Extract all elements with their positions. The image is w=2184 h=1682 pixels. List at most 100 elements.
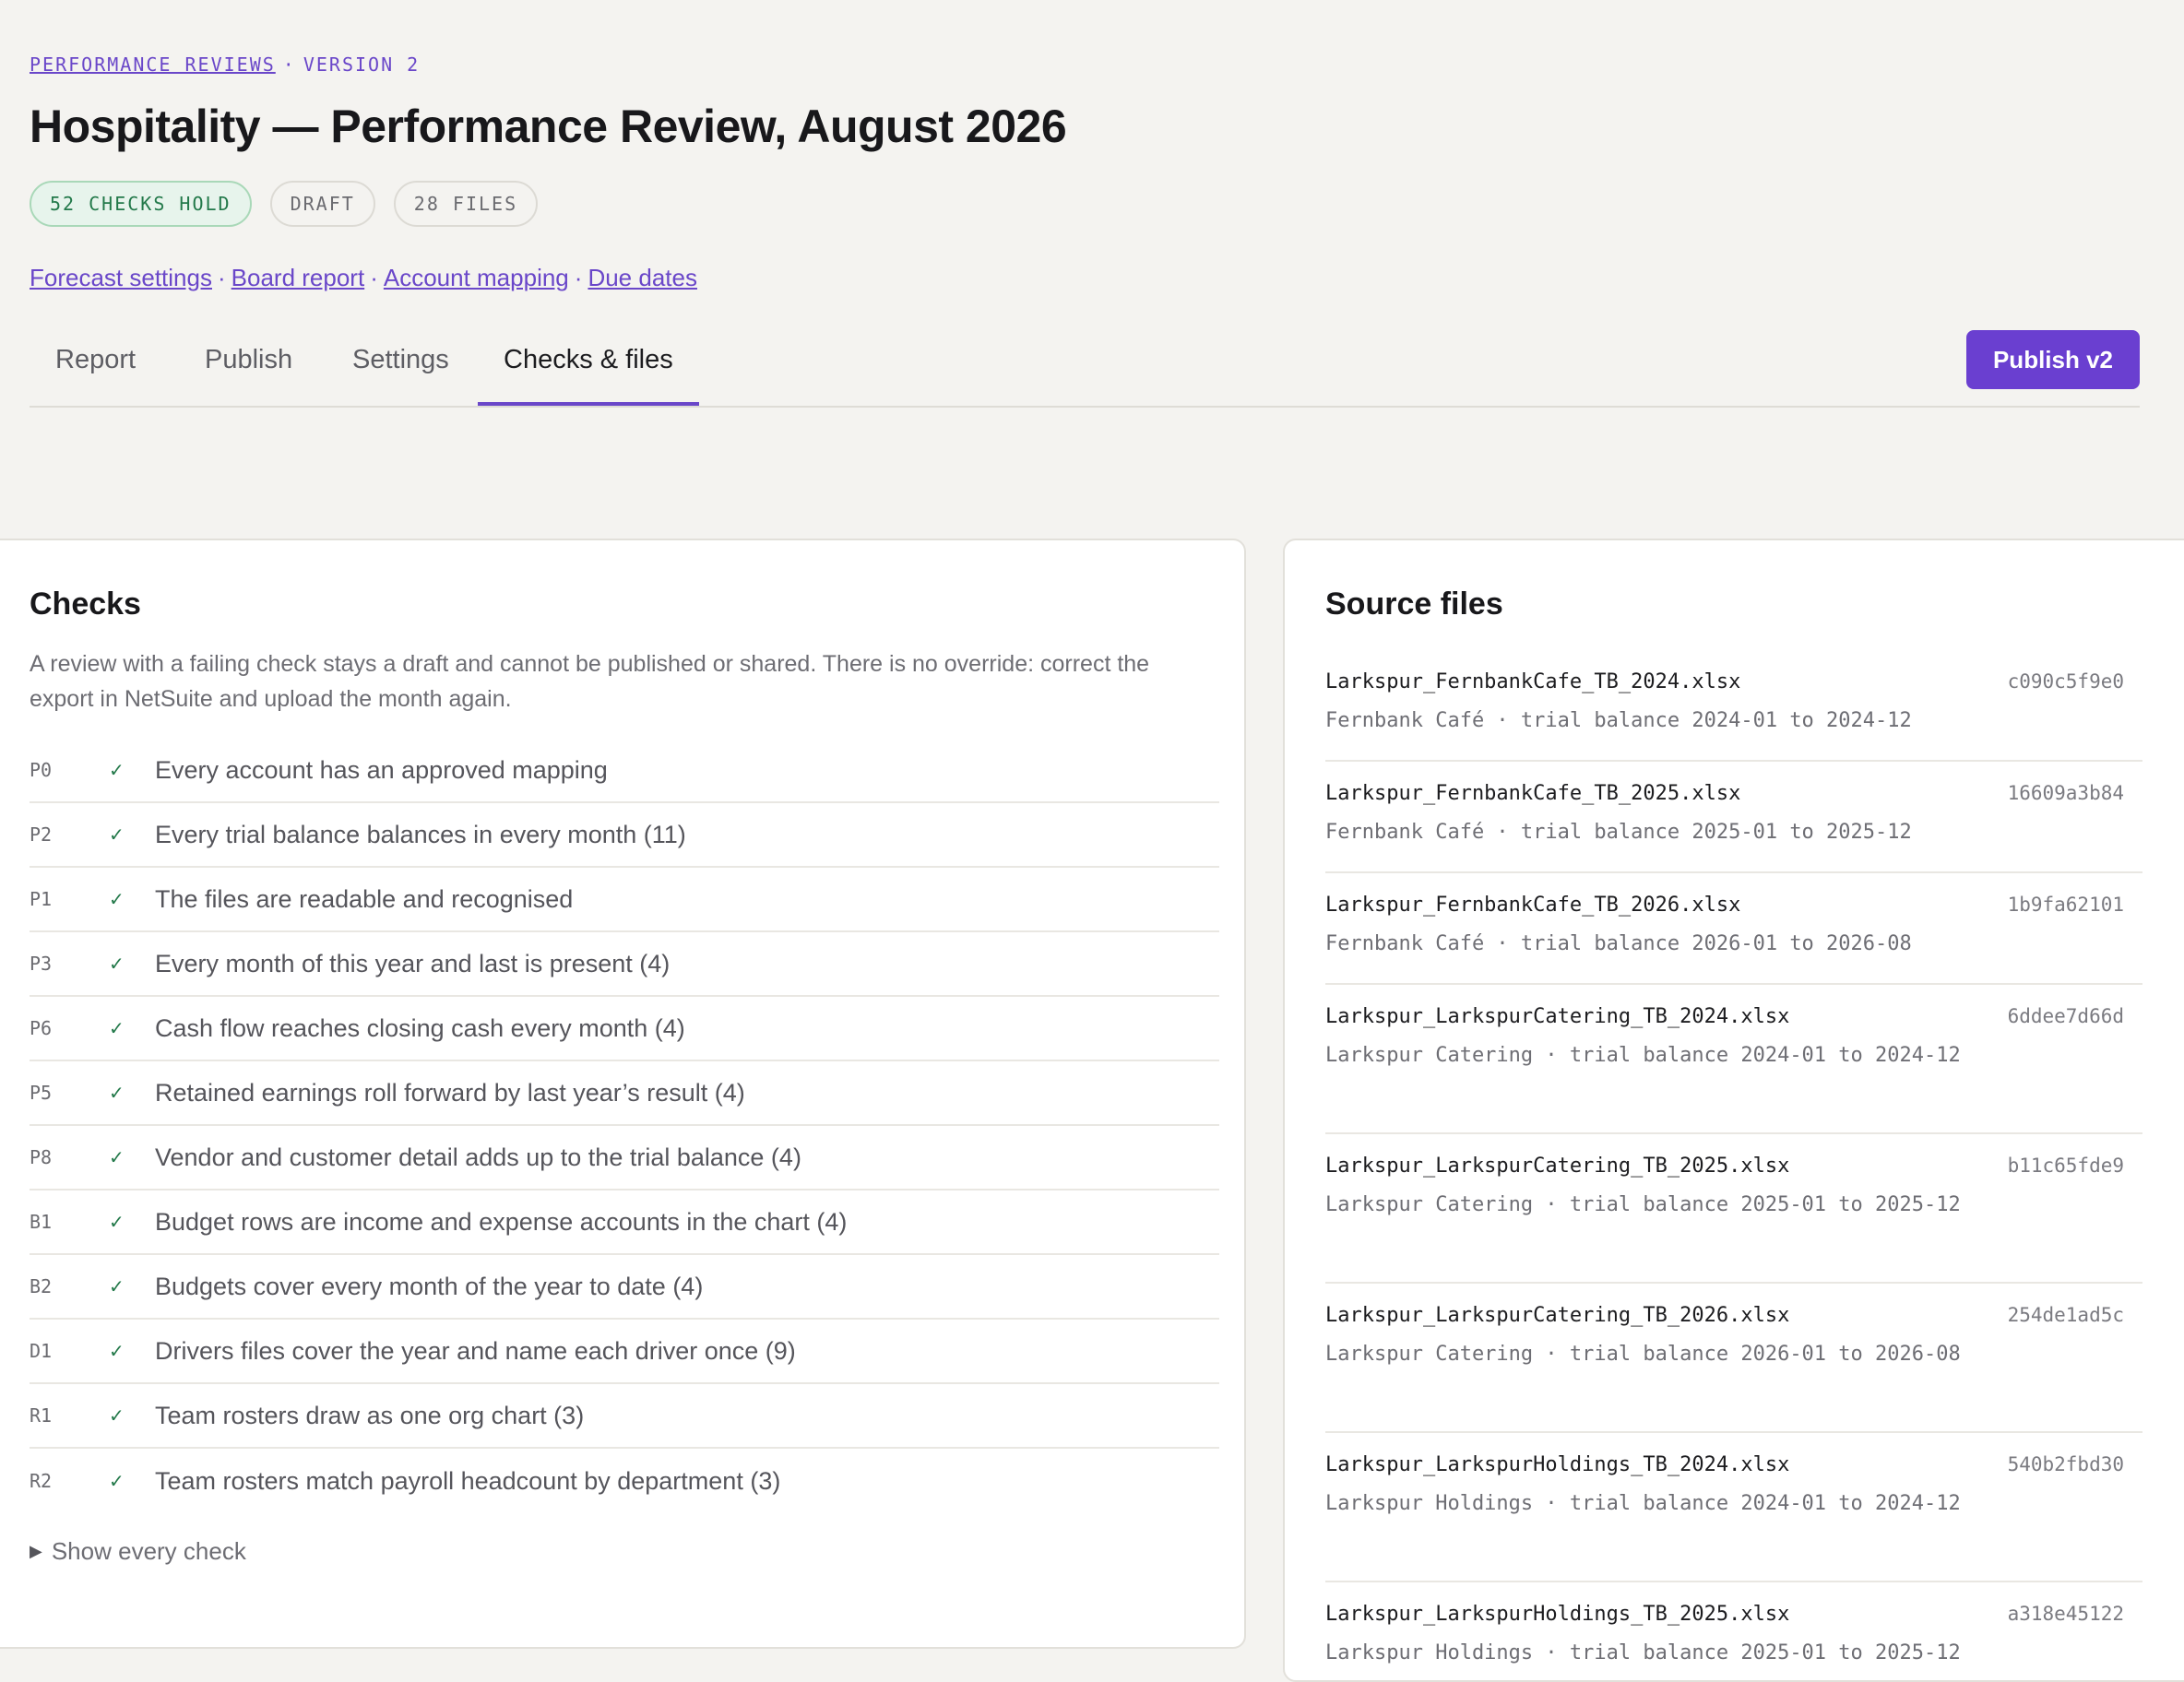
file-name: Larkspur_LarkspurCatering_TB_2025.xlsx [1325,1155,1790,1178]
check-row: D1 ✓ Drivers files cover the year and na… [30,1320,1219,1384]
tab-publish[interactable]: Publish [179,328,318,406]
file-row[interactable]: Larkspur_FernbankCafe_TB_2026.xlsx 1b9fa… [1325,873,2142,985]
check-row: P8 ✓ Vendor and customer detail adds up … [30,1126,1219,1190]
file-row[interactable]: Larkspur_LarkspurCatering_TB_2026.xlsx 2… [1325,1284,2142,1433]
tab-bar: Report Publish Settings Checks & files P… [30,328,2140,408]
check-label: Retained earnings roll forward by last y… [155,1078,745,1107]
check-list: P0 ✓ Every account has an approved mappi… [30,739,1219,1513]
check-icon: ✓ [109,824,125,846]
file-name: Larkspur_LarkspurHoldings_TB_2024.xlsx [1325,1453,1790,1476]
check-code: P0 [30,759,53,781]
link-account-mapping[interactable]: Account mapping [384,264,569,291]
check-row: P1 ✓ The files are readable and recognis… [30,868,1219,932]
checks-badge: 52 CHECKS HOLD [30,181,252,227]
check-code: P8 [30,1146,53,1168]
check-row: P0 ✓ Every account has an approved mappi… [30,739,1219,803]
page-header: PERFORMANCE REVIEWS · VERSION 2 Hospitalit… [30,53,2140,292]
check-row: P2 ✓ Every trial balance balances in eve… [30,803,1219,868]
check-label: Every trial balance balances in every mo… [155,820,686,848]
link-board-report[interactable]: Board report [231,264,365,291]
triangle-right-icon: ▶ [30,1542,42,1560]
check-icon: ✓ [109,1018,125,1039]
check-row: B1 ✓ Budget rows are income and expense … [30,1190,1219,1255]
check-code: P3 [30,953,53,975]
file-meta: Fernbank Café · trial balance 2026-01 to… [1325,932,1912,955]
file-name: Larkspur_FernbankCafe_TB_2024.xlsx [1325,670,1741,693]
file-name: Larkspur_FernbankCafe_TB_2026.xlsx [1325,894,1741,917]
file-hash: 1b9fa62101 [2007,894,2124,916]
source-files-panel: Source files Larkspur_FernbankCafe_TB_20… [1283,539,2184,1682]
check-row: B2 ✓ Budgets cover every month of the ye… [30,1255,1219,1320]
check-code: P6 [30,1017,53,1039]
link-separator: · [370,264,378,291]
source-file-list: Larkspur_FernbankCafe_TB_2024.xlsx c090c… [1325,650,2142,1680]
check-label: Budget rows are income and expense accou… [155,1207,848,1236]
checks-panel: Checks A review with a failing check sta… [0,539,1246,1649]
file-name: Larkspur_LarkspurCatering_TB_2026.xlsx [1325,1304,1790,1327]
check-icon: ✓ [109,889,125,910]
check-label: Every month of this year and last is pre… [155,949,671,977]
check-label: Drivers files cover the year and name ea… [155,1336,796,1365]
link-forecast-settings[interactable]: Forecast settings [30,264,212,291]
file-hash: c090c5f9e0 [2007,670,2124,693]
file-meta: Fernbank Café · trial balance 2024-01 to… [1325,709,1912,732]
file-row[interactable]: Larkspur_LarkspurCatering_TB_2024.xlsx 6… [1325,985,2142,1134]
file-hash: 16609a3b84 [2007,782,2124,804]
breadcrumb-version: VERSION 2 [303,53,421,76]
files-badge: 28 FILES [393,181,539,227]
related-links: Forecast settings · Board report · Account m… [30,264,2140,292]
show-every-check-label: Show every check [51,1537,246,1565]
source-files-heading: Source files [1325,586,1503,622]
show-every-check-toggle[interactable]: ▶ Show every check [30,1537,1219,1566]
check-icon: ✓ [109,1471,125,1492]
check-row: P5 ✓ Retained earnings roll forward by l… [30,1061,1219,1126]
check-code: P2 [30,823,53,846]
check-row: P6 ✓ Cash flow reaches closing cash ever… [30,997,1219,1061]
file-meta: Larkspur Catering · trial balance 2025-0… [1325,1193,1961,1216]
check-row: R2 ✓ Team rosters match payroll headcoun… [30,1449,1219,1513]
check-code: P5 [30,1082,53,1104]
check-label: Every account has an approved mapping [155,755,608,784]
publish-button[interactable]: Publish v2 [1966,330,2140,389]
status-badges: 52 CHECKS HOLD DRAFT 28 FILES [30,181,2140,227]
file-name: Larkspur_FernbankCafe_TB_2025.xlsx [1325,782,1741,805]
page-title: Hospitality — Performance Review, August… [30,101,1067,152]
check-label: Team rosters match payroll headcount by … [155,1466,781,1495]
check-label: Team rosters draw as one org chart (3) [155,1401,585,1429]
file-meta: Fernbank Café · trial balance 2025-01 to… [1325,821,1912,844]
file-hash: 6ddee7d66d [2007,1005,2124,1027]
file-row[interactable]: Larkspur_LarkspurCatering_TB_2025.xlsx b… [1325,1134,2142,1284]
file-hash: 254de1ad5c [2007,1304,2124,1326]
check-label: Vendor and customer detail adds up to th… [155,1143,801,1171]
breadcrumb-separator: · [282,53,296,76]
check-row: P3 ✓ Every month of this year and last i… [30,932,1219,997]
breadcrumb: PERFORMANCE REVIEWS · VERSION 2 [30,53,2140,81]
link-due-dates[interactable]: Due dates [588,264,697,291]
check-code: P1 [30,888,53,910]
tab-checks-and-files[interactable]: Checks & files [478,328,699,406]
check-icon: ✓ [109,954,125,975]
link-separator: · [574,264,583,291]
check-row: R1 ✓ Team rosters draw as one org chart … [30,1384,1219,1449]
file-meta: Larkspur Holdings · trial balance 2025-0… [1325,1641,1961,1664]
file-meta: Larkspur Catering · trial balance 2026-0… [1325,1343,1961,1366]
breadcrumb-link-performance-reviews[interactable]: PERFORMANCE REVIEWS [30,53,276,76]
file-hash: 540b2fbd30 [2007,1453,2124,1475]
tab-settings[interactable]: Settings [326,328,475,406]
file-row[interactable]: Larkspur_LarkspurHoldings_TB_2024.xlsx 5… [1325,1433,2142,1582]
check-icon: ✓ [109,1341,125,1362]
file-row[interactable]: Larkspur_FernbankCafe_TB_2025.xlsx 16609… [1325,762,2142,873]
checks-heading: Checks [30,586,141,622]
draft-badge: DRAFT [269,181,375,227]
file-meta: Larkspur Holdings · trial balance 2024-0… [1325,1492,1961,1515]
check-label: The files are readable and recognised [155,884,574,913]
link-separator: · [217,264,226,291]
file-name: Larkspur_LarkspurHoldings_TB_2025.xlsx [1325,1603,1790,1626]
file-row[interactable]: Larkspur_LarkspurHoldings_TB_2025.xlsx a… [1325,1582,2142,1680]
check-icon: ✓ [109,1405,125,1427]
file-row[interactable]: Larkspur_FernbankCafe_TB_2024.xlsx c090c… [1325,650,2142,762]
file-hash: a318e45122 [2007,1603,2124,1625]
tab-report[interactable]: Report [30,328,161,406]
check-label: Cash flow reaches closing cash every mon… [155,1013,685,1042]
file-name: Larkspur_LarkspurCatering_TB_2024.xlsx [1325,1005,1790,1028]
